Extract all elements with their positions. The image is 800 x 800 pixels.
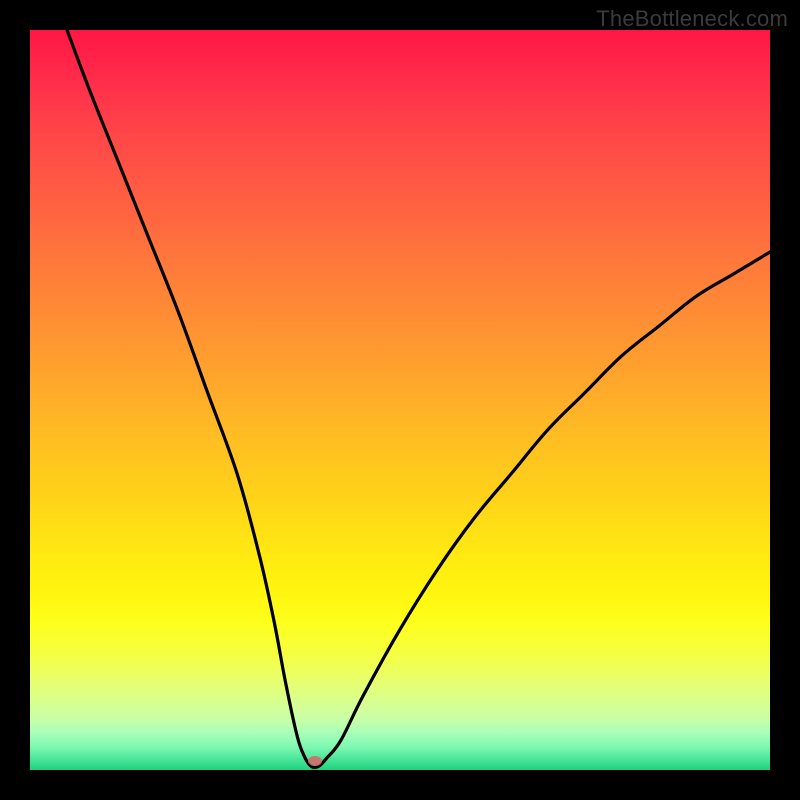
bottleneck-curve [30, 30, 770, 770]
chart-frame: TheBottleneck.com [0, 0, 800, 800]
minimum-marker [308, 756, 322, 766]
watermark-text: TheBottleneck.com [596, 6, 788, 32]
plot-area [30, 30, 770, 770]
